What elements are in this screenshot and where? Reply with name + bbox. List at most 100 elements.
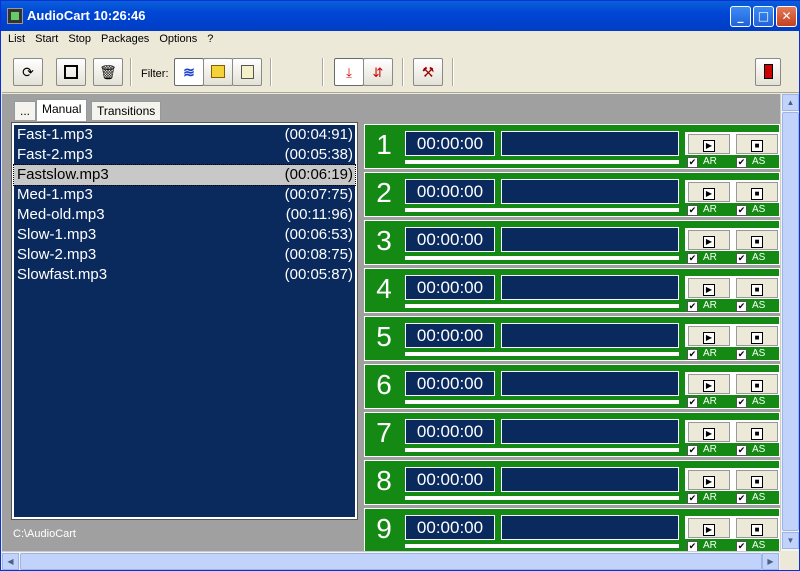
cart-slot[interactable]: 2 00:00:00 ▶ ■ ✔ AR ✔ AS <box>364 172 780 217</box>
auto-start-checkbox[interactable]: ✔ <box>736 493 747 504</box>
menu-help[interactable]: ? <box>201 31 217 45</box>
list-item[interactable]: Med-1.mp3 (00:07:75) <box>14 185 355 205</box>
stop-button[interactable]: ■ <box>736 518 778 538</box>
tab-manual[interactable]: Manual <box>36 99 88 121</box>
cart-slot[interactable]: 1 00:00:00 ▶ ■ ✔ AR ✔ AS <box>364 124 780 169</box>
cart-slot[interactable]: 3 00:00:00 ▶ ■ ✔ AR ✔ AS <box>364 220 780 265</box>
scroll-down-button[interactable]: ▼ <box>782 532 799 549</box>
play-button[interactable]: ▶ <box>688 182 730 202</box>
stop-button[interactable]: ■ <box>736 230 778 250</box>
auto-start-checkbox[interactable]: ✔ <box>736 541 747 551</box>
scroll-up-button[interactable]: ▲ <box>782 94 799 111</box>
auto-start-checkbox[interactable]: ✔ <box>736 205 747 216</box>
scroll-thumb[interactable] <box>20 553 762 570</box>
auto-repeat-checkbox[interactable]: ✔ <box>687 253 698 264</box>
auto-start-checkbox[interactable]: ✔ <box>736 397 747 408</box>
stop-button[interactable]: ■ <box>736 278 778 298</box>
auto-repeat-checkbox[interactable]: ✔ <box>687 445 698 456</box>
play-button[interactable]: ▶ <box>688 134 730 154</box>
menu-packages[interactable]: Packages <box>95 31 153 45</box>
stop-button[interactable]: ■ <box>736 182 778 202</box>
auto-start-label: AS <box>752 540 766 551</box>
delete-button[interactable]: 🗑 <box>93 58 123 86</box>
play-button[interactable]: ▶ <box>688 374 730 394</box>
menu-options[interactable]: Options <box>153 31 201 45</box>
auto-repeat-checkbox[interactable]: ✔ <box>687 541 698 551</box>
refresh-button[interactable]: ⟳ <box>13 58 43 86</box>
auto-repeat-checkbox[interactable]: ✔ <box>687 157 698 168</box>
cart-slot[interactable]: 4 00:00:00 ▶ ■ ✔ AR ✔ AS <box>364 268 780 313</box>
list-item[interactable]: Slow-2.mp3 (00:08:75) <box>14 245 355 265</box>
cart-name-display[interactable] <box>501 323 679 348</box>
list-item[interactable]: Fast-1.mp3 (00:04:91) <box>14 125 355 145</box>
horizontal-scrollbar[interactable]: ◀ ▶ <box>2 551 780 570</box>
title-bar[interactable]: AudioCart 10:26:46 _ □ ✕ <box>1 1 800 31</box>
cart-time-display: 00:00:00 <box>405 467 495 492</box>
exit-button[interactable] <box>755 58 781 86</box>
cart-slot[interactable]: 8 00:00:00 ▶ ■ ✔ AR ✔ AS <box>364 460 780 505</box>
filter-packages-button[interactable] <box>203 58 233 86</box>
cart-name-display[interactable] <box>501 419 679 444</box>
tools-button[interactable]: ⚒ <box>413 58 443 86</box>
play-button[interactable]: ▶ <box>688 278 730 298</box>
auto-start-checkbox[interactable]: ✔ <box>736 445 747 456</box>
play-button[interactable]: ▶ <box>688 230 730 250</box>
list-item[interactable]: Slow-1.mp3 (00:06:53) <box>14 225 355 245</box>
menu-start[interactable]: Start <box>29 31 62 45</box>
scroll-left-button[interactable]: ◀ <box>2 553 19 570</box>
scroll-thumb[interactable] <box>782 112 799 531</box>
stop-button[interactable]: ■ <box>736 374 778 394</box>
auto-repeat-checkbox[interactable]: ✔ <box>687 397 698 408</box>
stop-button[interactable]: ■ <box>736 134 778 154</box>
list-item-selected[interactable]: Fastslow.mp3 (00:06:19) <box>13 164 356 186</box>
vertical-scrollbar[interactable]: ▲ ▼ <box>780 94 799 551</box>
menu-stop[interactable]: Stop <box>62 31 95 45</box>
notes-icon <box>240 65 254 79</box>
cart-slot[interactable]: 5 00:00:00 ▶ ■ ✔ AR ✔ AS <box>364 316 780 361</box>
play-button[interactable]: ▶ <box>688 422 730 442</box>
load-up-down-button[interactable]: ⇵ <box>363 58 393 86</box>
auto-repeat-checkbox[interactable]: ✔ <box>687 301 698 312</box>
tab-transitions[interactable]: Transitions <box>91 101 162 120</box>
auto-start-checkbox[interactable]: ✔ <box>736 253 747 264</box>
menu-list[interactable]: List <box>2 31 29 45</box>
close-button[interactable]: ✕ <box>776 6 797 27</box>
cart-slot[interactable]: 6 00:00:00 ▶ ■ ✔ AR ✔ AS <box>364 364 780 409</box>
auto-repeat-checkbox[interactable]: ✔ <box>687 205 698 216</box>
play-button[interactable]: ▶ <box>688 326 730 346</box>
play-button[interactable]: ▶ <box>688 470 730 490</box>
play-button[interactable]: ▶ <box>688 518 730 538</box>
cart-name-display[interactable] <box>501 131 679 156</box>
auto-start-checkbox[interactable]: ✔ <box>736 301 747 312</box>
list-item[interactable]: Slowfast.mp3 (00:05:87) <box>14 265 355 285</box>
filter-audio-button[interactable]: ≋ <box>174 58 204 86</box>
exit-door-icon <box>763 64 773 79</box>
cart-name-display[interactable] <box>501 275 679 300</box>
load-down-button[interactable]: ⤓ <box>334 58 364 86</box>
auto-start-checkbox[interactable]: ✔ <box>736 349 747 360</box>
maximize-button[interactable]: □ <box>753 6 774 27</box>
cart-name-display[interactable] <box>501 515 679 540</box>
cart-name-display[interactable] <box>501 371 679 396</box>
stop-button[interactable]: ■ <box>736 470 778 490</box>
stop-button[interactable]: ■ <box>736 422 778 442</box>
scroll-right-button[interactable]: ▶ <box>762 553 779 570</box>
auto-repeat-checkbox[interactable]: ✔ <box>687 349 698 360</box>
cart-name-display[interactable] <box>501 467 679 492</box>
cart-slot[interactable]: 7 00:00:00 ▶ ■ ✔ AR ✔ AS <box>364 412 780 457</box>
list-item[interactable]: Med-old.mp3 (00:11:96) <box>14 205 355 225</box>
cart-slot[interactable]: 9 00:00:00 ▶ ■ ✔ AR ✔ AS <box>364 508 780 551</box>
tab-browse[interactable]: ... <box>14 101 37 120</box>
app-icon[interactable] <box>7 8 23 24</box>
auto-repeat-checkbox[interactable]: ✔ <box>687 493 698 504</box>
auto-start-checkbox[interactable]: ✔ <box>736 157 747 168</box>
stop-button[interactable]: ■ <box>736 326 778 346</box>
cart-name-display[interactable] <box>501 179 679 204</box>
cart-name-display[interactable] <box>501 227 679 252</box>
filter-text-button[interactable] <box>232 58 262 86</box>
file-list[interactable]: Fast-1.mp3 (00:04:91) Fast-2.mp3 (00:05:38… <box>11 122 358 520</box>
file-duration: (00:06:19) <box>284 166 353 183</box>
save-button[interactable] <box>56 58 86 86</box>
minimize-button[interactable]: _ <box>730 6 751 27</box>
list-item[interactable]: Fast-2.mp3 (00:05:38) <box>14 145 355 165</box>
